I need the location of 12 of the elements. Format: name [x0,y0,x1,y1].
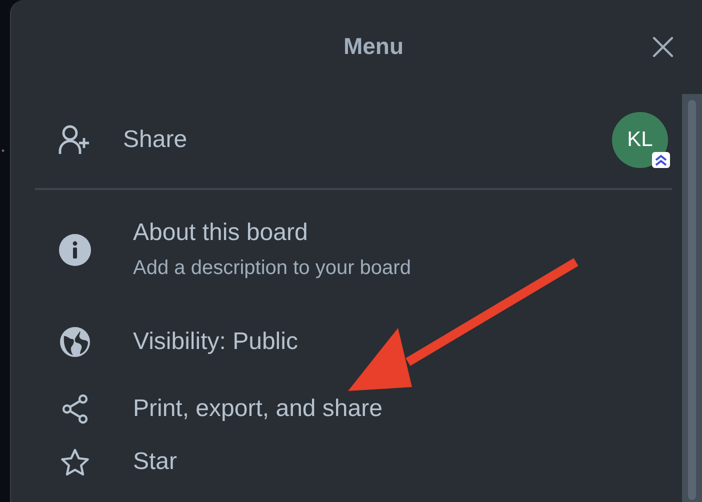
share-button[interactable]: Share [123,126,188,154]
menu-title: Menu [343,32,404,60]
menu-item[interactable]: Visibility: Public [35,308,672,376]
item-description: Add a description to your board [133,257,411,280]
item-title: Print, export, and share [133,394,382,423]
user-avatar[interactable]: KL [612,112,668,168]
menu-item[interactable]: Star [35,442,672,502]
menu-item[interactable]: Print, export, and share [35,376,672,442]
menu-item[interactable]: About this board Add a description to your board [35,190,672,309]
item-title: About this board [133,219,309,248]
item-title: Visibility: Public [133,328,298,356]
item-title: Star [133,448,178,476]
